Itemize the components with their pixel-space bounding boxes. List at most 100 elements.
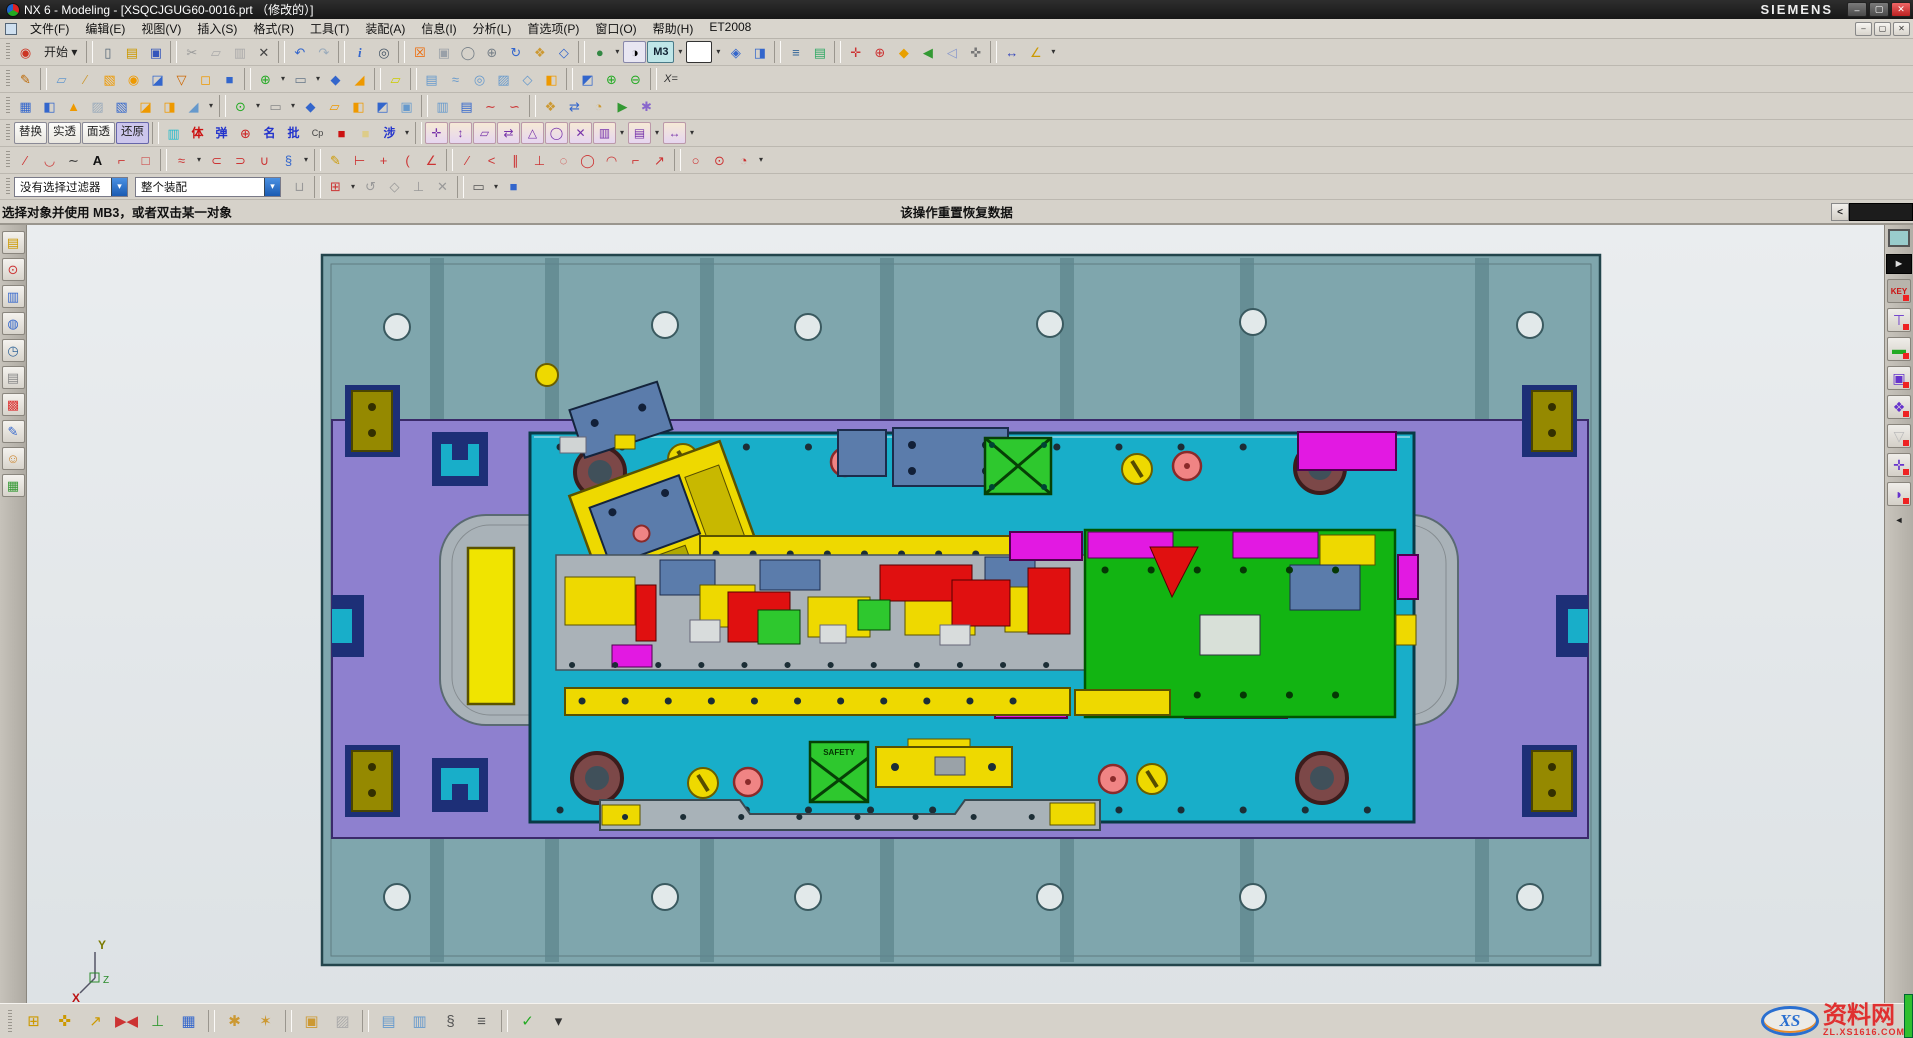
helix-button[interactable]: § [277, 149, 300, 171]
project-curve-button[interactable]: ⊃ [229, 149, 252, 171]
position-component-button[interactable]: ✜ [51, 1008, 78, 1034]
color-palette-tab[interactable]: ▩ [2, 393, 25, 416]
dropdown-arrow-icon[interactable]: ▾ [1048, 41, 1058, 63]
ruled-button[interactable]: ▨ [492, 68, 515, 90]
snap-endpoint-button[interactable]: ◇ [383, 176, 406, 198]
separator[interactable] [374, 68, 381, 90]
separator[interactable] [208, 1010, 215, 1032]
reuse-library-tab[interactable]: ◍ [2, 312, 25, 335]
block-button[interactable]: ■ [218, 68, 241, 90]
system-scenes-tab[interactable]: ▤ [2, 366, 25, 389]
replace-face-button[interactable]: ◧ [347, 95, 370, 117]
revolve-button[interactable]: ◉ [122, 68, 145, 90]
wcs-dynamics-button[interactable]: ✛ [844, 41, 867, 63]
info-button[interactable]: i [348, 41, 371, 63]
dropdown-arrow-icon[interactable]: ▾ [253, 95, 263, 117]
pilot-pin[interactable] [536, 364, 558, 386]
snap-intersection-button[interactable]: ✕ [431, 176, 454, 198]
pan-view-button[interactable]: ❖ [528, 41, 551, 63]
units-m3-button[interactable]: M3 [647, 41, 674, 63]
chevron-down-icon[interactable]: ▾ [264, 178, 280, 196]
safety-block-top[interactable] [985, 438, 1051, 494]
separator[interactable] [152, 122, 159, 144]
add-component-button[interactable]: ⊞ [20, 1008, 47, 1034]
dropdown-arrow-icon[interactable]: ▾ [545, 1008, 572, 1034]
menu-tools[interactable]: 工具(T) [302, 19, 357, 38]
solid-translucency-button[interactable]: 实透 [48, 122, 81, 144]
separator[interactable] [566, 68, 573, 90]
orient-view-button[interactable]: ◑ [623, 41, 646, 63]
reference-plane-button[interactable]: ▭ [264, 95, 287, 117]
separator[interactable] [244, 68, 251, 90]
spline-button[interactable]: ∼ [62, 149, 85, 171]
zoom-button[interactable]: ◯ [456, 41, 479, 63]
safety-block-bottom[interactable]: SAFETY [810, 742, 868, 802]
measure-angle-button[interactable]: ∠ [1024, 41, 1047, 63]
replace-refset-button[interactable]: 替换 [14, 122, 47, 144]
find-button[interactable]: ◎ [372, 41, 395, 63]
offset-face-button[interactable]: ◨ [158, 95, 181, 117]
separator[interactable] [170, 41, 177, 63]
center-locate-button[interactable]: ⊕ [234, 122, 257, 144]
spring-tool-button[interactable]: 弹 [210, 122, 233, 144]
history-tab[interactable]: ◷ [2, 339, 25, 362]
menu-assemblies[interactable]: 装配(A) [357, 19, 413, 38]
materials-tab[interactable]: ✎ [2, 420, 25, 443]
wave-copy-button[interactable]: ▥ [593, 122, 616, 144]
snap-midpoint-button[interactable]: ⊥ [407, 176, 430, 198]
trim-curve-button[interactable]: ⊢ [348, 149, 371, 171]
draft-button[interactable]: ◢ [182, 95, 205, 117]
assembly-constraints-button[interactable]: ⊥ [144, 1008, 171, 1034]
prompt-scroll-left-button[interactable]: < [1831, 203, 1849, 221]
mdi-close-button[interactable]: ✕ [1893, 22, 1910, 36]
red-solid-button[interactable]: ■ [330, 122, 353, 144]
delete-face-button[interactable]: ◩ [371, 95, 394, 117]
relations-browser-button[interactable]: ≡ [468, 1008, 495, 1034]
isoparametric-curve-button[interactable]: ∽ [503, 95, 526, 117]
chamfer-curve-button[interactable]: ∠ [420, 149, 443, 171]
menu-format[interactable]: 格式(R) [245, 19, 302, 38]
new-file-button[interactable]: ▯ [96, 41, 119, 63]
composite-curve-button[interactable]: ∼ [479, 95, 502, 117]
roles-tab[interactable]: ☺ [2, 447, 25, 470]
dropdown-arrow-icon[interactable]: ▾ [491, 176, 501, 198]
left-gauge-block[interactable] [468, 548, 514, 704]
selection-filter-combo[interactable]: 没有选择过滤器 ▾ [14, 177, 128, 197]
separator[interactable] [415, 122, 422, 144]
vector-constructor-button[interactable]: ◀ [916, 41, 939, 63]
dropdown-arrow-icon[interactable]: ▾ [288, 95, 298, 117]
constraint-navigator-tab[interactable]: ⊙ [2, 258, 25, 281]
explode-button[interactable]: ✶ [252, 1008, 279, 1034]
separator[interactable] [410, 68, 417, 90]
wave-move-button[interactable]: ✛ [425, 122, 448, 144]
separator[interactable] [40, 68, 47, 90]
zoom-box-button[interactable]: ▣ [432, 41, 455, 63]
shaded-select-button[interactable]: ■ [502, 176, 525, 198]
fitting-part-button[interactable]: ✛ [1887, 453, 1911, 477]
open-file-button[interactable]: ▤ [120, 41, 143, 63]
dropdown-arrow-icon[interactable]: ▾ [652, 122, 662, 144]
marquee-select-button[interactable]: ▭ [467, 176, 490, 198]
wave-list-button[interactable]: ▤ [628, 122, 651, 144]
polyline-button[interactable]: ⌐ [110, 149, 133, 171]
shell-button[interactable]: ◻ [194, 68, 217, 90]
menu-edit[interactable]: 编辑(E) [77, 19, 133, 38]
columns-display-button[interactable]: ▥ [162, 122, 185, 144]
unite-button[interactable]: ◪ [146, 68, 169, 90]
dropdown-arrow-icon[interactable]: ▾ [278, 68, 288, 90]
separator[interactable] [774, 41, 781, 63]
separator[interactable] [421, 95, 428, 117]
dropdown-arrow-icon[interactable]: ▾ [612, 41, 622, 63]
gallery-tab[interactable]: ▦ [2, 474, 25, 497]
start-button[interactable]: 开始 ▾ [38, 41, 83, 63]
undo-button[interactable]: ↶ [288, 41, 311, 63]
translucent-solid-button[interactable]: ■ [354, 122, 377, 144]
wave-cylinder-button[interactable]: ◯ [545, 122, 568, 144]
interpart-select-button[interactable]: ⊔ [288, 176, 311, 198]
dropdown-arrow-icon[interactable]: ▾ [194, 149, 204, 171]
deformable-part-button[interactable]: ▨ [329, 1008, 356, 1034]
separator[interactable] [650, 68, 657, 90]
edge-blend-button[interactable]: ◆ [324, 68, 347, 90]
dropdown-arrow-icon[interactable]: ▾ [402, 122, 412, 144]
menu-window[interactable]: 窗口(O) [587, 19, 644, 38]
